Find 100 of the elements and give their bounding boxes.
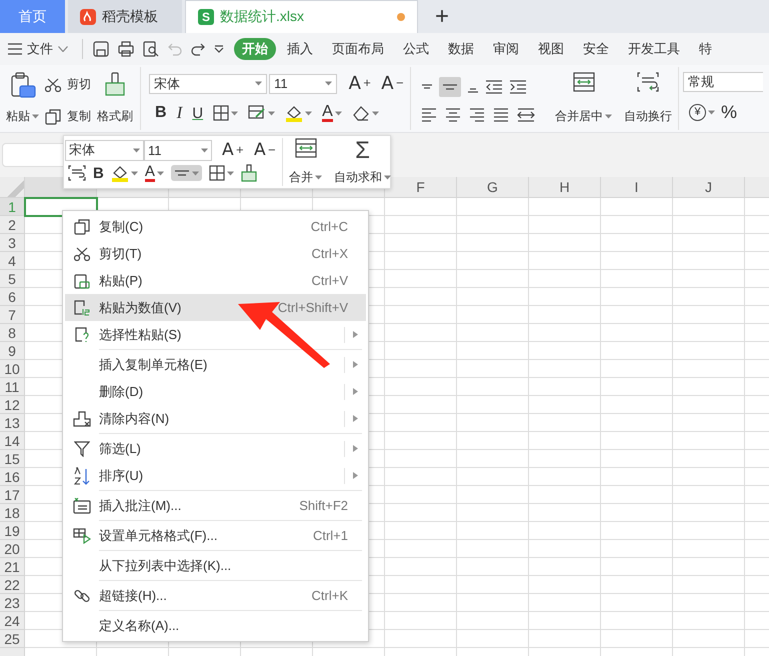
file-menu[interactable]: 文件 <box>0 40 76 58</box>
menu-item-label: 插入复制单元格(E) <box>99 356 208 374</box>
merge-button[interactable]: 合并 <box>289 169 322 186</box>
menu-item[interactable]: 删除(D) <box>65 378 366 405</box>
submenu-arrow-icon <box>353 445 358 452</box>
shortcut-label: Ctrl+V <box>312 273 348 288</box>
caret-icon <box>605 114 612 119</box>
document-tab[interactable]: S 数据统计.xlsx <box>185 0 418 33</box>
ribbon-tab[interactable]: 数据 <box>440 38 482 60</box>
row-header[interactable]: 12 <box>0 396 24 414</box>
font-name-field[interactable]: 宋体 <box>149 74 268 94</box>
submenu-arrow-icon <box>353 361 358 368</box>
cut-button[interactable]: 剪切 <box>45 76 91 93</box>
ribbon-tab[interactable]: 插入 <box>279 38 321 60</box>
ribbon-tab[interactable]: 开发工具 <box>620 38 688 60</box>
menu-item[interactable]: 插入批注(M)... Shift+F2 <box>65 492 366 519</box>
row-header[interactable]: 16 <box>0 468 24 486</box>
paste-button[interactable]: 粘贴 <box>6 108 39 125</box>
ribbon-tab[interactable]: 安全 <box>575 38 617 60</box>
row-header[interactable]: 8 <box>0 324 24 342</box>
row-header[interactable]: 3 <box>0 234 24 252</box>
row-header[interactable]: 13 <box>0 414 24 432</box>
row-header[interactable]: 10 <box>0 360 24 378</box>
row-header[interactable]: 14 <box>0 432 24 450</box>
row-header[interactable]: 20 <box>0 540 24 558</box>
wrap-text-button[interactable]: 自动换行 <box>624 108 672 125</box>
merge-center-button[interactable]: 合并居中 <box>555 108 612 125</box>
menu-item[interactable]: 定义名称(A)... <box>65 612 366 639</box>
menu-item[interactable]: 设置单元格格式(F)... Ctrl+1 <box>65 522 366 549</box>
menu-item[interactable]: 超链接(H)... Ctrl+K <box>65 582 366 609</box>
column-header[interactable]: J <box>673 177 745 197</box>
row-header[interactable]: 15 <box>0 450 24 468</box>
format-painter-button[interactable]: 格式刷 <box>97 108 133 125</box>
menu-item[interactable]: 从下拉列表中选择(K)... <box>65 552 366 579</box>
font-color-button[interactable]: A <box>322 104 342 122</box>
ribbon-tab[interactable]: 视图 <box>530 38 572 60</box>
menu-item[interactable]: 剪切(T) Ctrl+X <box>65 240 366 267</box>
italic-button[interactable]: I <box>176 103 182 124</box>
font-name-field[interactable]: 宋体 <box>65 140 144 160</box>
row-header[interactable]: 5 <box>0 270 24 288</box>
row-header[interactable]: 23 <box>0 594 24 612</box>
borders-button[interactable] <box>208 165 234 181</box>
percent-button[interactable]: % <box>721 102 738 122</box>
menu-item[interactable]: 插入复制单元格(E) <box>65 351 366 378</box>
fill-color-button[interactable] <box>110 164 138 182</box>
align-left-icon <box>421 108 437 122</box>
row-header[interactable]: 24 <box>0 612 24 630</box>
column-header[interactable]: G <box>457 177 529 197</box>
link-icon <box>74 588 90 604</box>
eraser-icon <box>352 105 370 122</box>
ribbon-tab[interactable]: 页面布局 <box>324 38 392 60</box>
menu-item[interactable]: 粘贴(P) Ctrl+V <box>65 267 366 294</box>
copy-button[interactable]: 复制 <box>45 108 91 125</box>
caret-icon <box>201 148 208 152</box>
align-center-icon <box>445 108 461 122</box>
font-color-button[interactable]: A <box>144 164 164 182</box>
column-header[interactable]: I <box>601 177 673 197</box>
clear-button[interactable] <box>352 105 379 122</box>
row-header[interactable]: 4 <box>0 252 24 270</box>
font-size-field[interactable]: 11 <box>144 140 212 160</box>
active-cell[interactable] <box>25 198 97 216</box>
cell-style-button[interactable] <box>248 105 276 122</box>
menu-item[interactable]: 粘贴为数值(V) Ctrl+Shift+V <box>65 294 366 321</box>
ribbon-tab[interactable]: 公式 <box>395 38 437 60</box>
align-button[interactable] <box>170 165 202 181</box>
font-size-field[interactable]: 11 <box>269 74 337 94</box>
row-header[interactable]: 22 <box>0 576 24 594</box>
menu-icon <box>8 43 22 55</box>
menu-item[interactable]: 复制(C) Ctrl+C <box>65 213 366 240</box>
row-header[interactable]: 9 <box>0 342 24 360</box>
menu-item[interactable]: 筛选(L) <box>65 435 366 462</box>
ribbon-tab[interactable]: 特 <box>691 38 720 60</box>
document-tab[interactable]: 稻壳模板 <box>68 0 182 33</box>
underline-button[interactable]: U <box>192 104 204 122</box>
menu-item[interactable]: 排序(U) <box>65 462 366 489</box>
row-header[interactable]: 25 <box>0 630 24 648</box>
bold-button[interactable]: B <box>155 104 167 122</box>
ribbon-tab[interactable]: 审阅 <box>485 38 527 60</box>
fill-color-button[interactable] <box>285 104 312 122</box>
grow-font-button[interactable]: A$^{+}$ <box>348 73 372 94</box>
row-header[interactable]: 2 <box>0 216 24 234</box>
row-header[interactable]: 21 <box>0 558 24 576</box>
column-header[interactable]: H <box>529 177 601 197</box>
grow-font-button[interactable]: A$^{+}$ <box>222 140 244 160</box>
shrink-font-button[interactable]: A$^{−}$ <box>254 140 276 160</box>
row-header[interactable]: 19 <box>0 522 24 540</box>
new-tab-button[interactable]: + <box>421 0 464 33</box>
wrap-text-icon <box>637 72 659 92</box>
tab-label: 稻壳模板 <box>102 8 158 26</box>
shrink-font-button[interactable]: A$^{−}$ <box>381 73 404 94</box>
row-header[interactable]: 11 <box>0 378 24 396</box>
number-format-field[interactable]: 常规 <box>683 72 763 92</box>
row-header[interactable]: 7 <box>0 306 24 324</box>
row-header[interactable]: 18 <box>0 504 24 522</box>
borders-button[interactable] <box>213 105 238 122</box>
row-header[interactable]: 6 <box>0 288 24 306</box>
bold-button[interactable]: B <box>93 164 104 182</box>
menu-item[interactable]: 清除内容(N) <box>65 405 366 432</box>
menu-item-label: 超链接(H)... <box>99 586 168 604</box>
row-header[interactable]: 17 <box>0 486 24 504</box>
